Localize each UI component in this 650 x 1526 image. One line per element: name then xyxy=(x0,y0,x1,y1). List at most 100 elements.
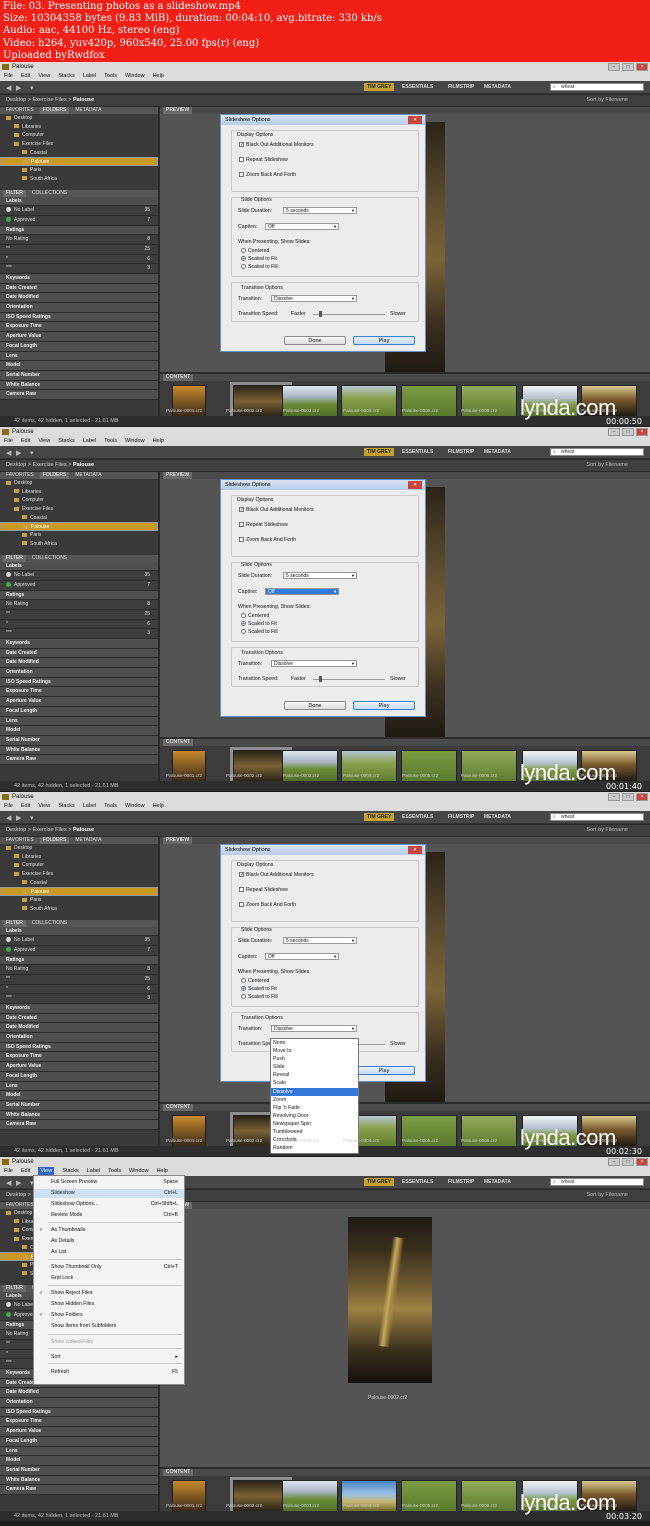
menu-tools[interactable]: Tools xyxy=(104,437,117,446)
transition-option[interactable]: Scale xyxy=(271,1079,358,1087)
view-menu-item[interactable]: Show Hidden Files xyxy=(34,1300,184,1309)
menu-window[interactable]: Window xyxy=(125,437,145,446)
folder-item[interactable]: Desktop xyxy=(0,114,158,123)
tab-filter[interactable]: FILTER xyxy=(3,554,26,562)
view-menu-item[interactable]: Grid Lock xyxy=(34,1274,184,1283)
filter-section[interactable]: Aperture Value xyxy=(0,1062,158,1072)
menu-edit[interactable]: Edit xyxy=(21,437,30,446)
transition-option[interactable]: Move In xyxy=(271,1047,358,1055)
menu-view[interactable]: View xyxy=(38,72,50,81)
menu-view[interactable]: View xyxy=(38,437,50,446)
folder-item[interactable]: Libraries xyxy=(0,123,158,132)
view-menu-item[interactable]: Show Thumbnail Only Ctrl+T xyxy=(34,1263,184,1272)
filter-section[interactable]: Date Modified xyxy=(0,658,158,669)
view-menu-item[interactable]: Sort ▸ xyxy=(34,1353,184,1362)
filter-section[interactable]: Aperture Value xyxy=(0,332,158,342)
tab-filter[interactable]: FILTER xyxy=(3,189,26,197)
filter-section[interactable]: Serial Number xyxy=(0,1465,158,1476)
play-button[interactable]: Play xyxy=(353,1066,415,1075)
done-button[interactable]: Done xyxy=(284,701,346,710)
view-menu-item[interactable]: As List xyxy=(34,1248,184,1257)
workspace-metadata[interactable]: METADATA xyxy=(484,1179,511,1185)
breadcrumb-desktop[interactable]: Desktop xyxy=(6,462,26,468)
filter-rating-item[interactable]: *6 xyxy=(0,254,158,265)
dialog-close-icon[interactable]: ✕ xyxy=(408,116,422,124)
filter-section[interactable]: Lens xyxy=(0,1081,158,1092)
filter-rating-item[interactable]: No Rating8 xyxy=(0,965,158,975)
tab-content[interactable]: CONTENT xyxy=(163,1104,194,1111)
back-arrow-icon[interactable]: ◀ xyxy=(6,84,11,92)
breadcrumb-exercise-files[interactable]: Exercise Files xyxy=(32,827,66,833)
filter-rating-item[interactable]: No Rating8 xyxy=(0,600,158,610)
tab-collections[interactable]: COLLECTIONS xyxy=(29,190,70,197)
transition-option[interactable]: Newspaper Spin xyxy=(271,1120,358,1128)
transition-option[interactable]: Random xyxy=(271,1144,358,1152)
filter-rating-item[interactable]: No Rating8 xyxy=(0,235,158,245)
maximize-icon[interactable]: □ xyxy=(622,793,634,801)
menu-edit[interactable]: Edit xyxy=(21,72,30,81)
menu-help[interactable]: Help xyxy=(153,802,164,811)
play-button[interactable]: Play xyxy=(353,336,415,345)
slide-duration-select[interactable]: 5 seconds ▼ xyxy=(283,207,357,214)
menu-file[interactable]: File xyxy=(4,437,13,446)
black-out-checkbox[interactable]: ✓ Black Out Additional Monitors xyxy=(239,142,314,148)
filter-section[interactable]: Model xyxy=(0,726,158,736)
filter-section[interactable]: ISO Speed Ratings xyxy=(0,677,158,688)
transition-select[interactable]: Dissolve ▼ xyxy=(271,1025,357,1032)
transition-option[interactable]: Reveal xyxy=(271,1071,358,1079)
search-input[interactable]: ⌕ wheat xyxy=(550,83,644,91)
filter-section[interactable]: Exposure Time xyxy=(0,322,158,333)
done-button[interactable]: Done xyxy=(284,336,346,345)
tab-metadata[interactable]: METADATA xyxy=(72,107,104,114)
transition-option[interactable]: Tumbleweed xyxy=(271,1128,358,1136)
slider-handle[interactable] xyxy=(319,311,322,317)
minimize-icon[interactable]: – xyxy=(608,793,620,801)
dialog-close-icon[interactable]: ✕ xyxy=(408,481,422,489)
transition-option[interactable]: Revolving Door xyxy=(271,1112,358,1120)
workspace-metadata[interactable]: METADATA xyxy=(484,449,511,455)
workspace-essentials[interactable]: ESSENTIALS xyxy=(402,1179,433,1185)
menu-stacks[interactable]: Stacks xyxy=(58,437,75,446)
filter-section[interactable]: Camera Raw xyxy=(0,1120,158,1130)
slide-scale-radio[interactable]: Scaled to Fit xyxy=(241,256,277,262)
filter-section[interactable]: Keywords xyxy=(0,274,158,284)
filter-rating-item[interactable]: *6 xyxy=(0,619,158,630)
filter-section[interactable]: Exposure Time xyxy=(0,687,158,698)
view-menu-item[interactable]: ✓ As Thumbnails xyxy=(34,1226,184,1235)
filter-rating-item[interactable]: **25 xyxy=(0,244,158,255)
filter-section[interactable]: Orientation xyxy=(0,1398,158,1408)
folder-item[interactable]: Exercise Files xyxy=(0,140,158,149)
workspace-metadata[interactable]: METADATA xyxy=(484,84,511,90)
filter-rating-item[interactable]: **25 xyxy=(0,609,158,620)
filter-section[interactable]: White Balance xyxy=(0,380,158,391)
maximize-icon[interactable]: □ xyxy=(622,1158,634,1166)
filter-label-item[interactable]: Approved7 xyxy=(0,945,158,956)
caption-select[interactable]: Off ▼ xyxy=(265,223,339,230)
filter-ratings-header[interactable]: Ratings xyxy=(0,955,158,966)
filter-labels-header[interactable]: Labels xyxy=(0,196,158,207)
back-arrow-icon[interactable]: ◀ xyxy=(6,814,11,822)
filter-section[interactable]: Focal Length xyxy=(0,706,158,717)
minimize-icon[interactable]: – xyxy=(608,63,620,71)
filter-label-item[interactable]: No Label35 xyxy=(0,206,158,216)
view-menu-item[interactable]: Slideshow Ctrl+L xyxy=(34,1189,184,1198)
black-out-checkbox[interactable]: ✓ Black Out Additional Monitors xyxy=(239,507,314,513)
menu-edit[interactable]: Edit xyxy=(21,1167,30,1176)
close-icon[interactable]: × xyxy=(636,793,648,801)
view-menu-item[interactable]: ✓ Show Folders xyxy=(34,1311,184,1320)
tab-folders[interactable]: FOLDERS xyxy=(39,837,70,844)
transition-select[interactable]: Dissolve ▼ xyxy=(271,660,357,667)
slide-scale-radio[interactable]: Centered xyxy=(241,978,269,984)
transition-option[interactable]: Flip 'n Fade xyxy=(271,1104,358,1112)
folder-item[interactable]: Palouse xyxy=(0,522,158,532)
filter-labels-header[interactable]: Labels xyxy=(0,561,158,572)
filter-section[interactable]: ISO Speed Ratings xyxy=(0,312,158,323)
filter-section[interactable]: Serial Number xyxy=(0,735,158,746)
filter-section[interactable]: Focal Length xyxy=(0,341,158,352)
filter-section[interactable]: Lens xyxy=(0,1446,158,1457)
menu-stacks[interactable]: Stacks xyxy=(58,72,75,81)
maximize-icon[interactable]: □ xyxy=(622,63,634,71)
view-menu-item[interactable]: Show Linked Files xyxy=(34,1338,184,1347)
filter-section[interactable]: Lens xyxy=(0,351,158,362)
caption-select[interactable]: Off ▼ xyxy=(265,953,339,960)
